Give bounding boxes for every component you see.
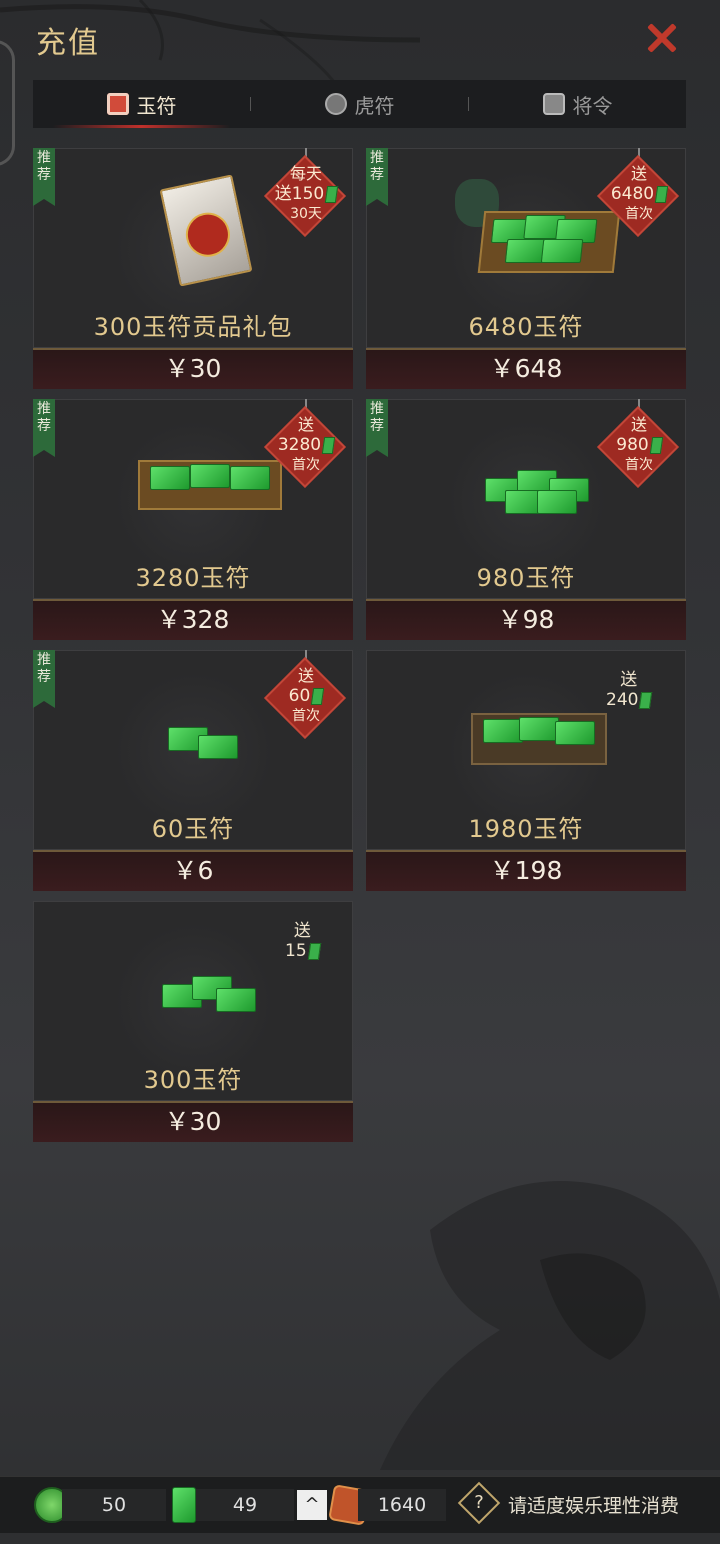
jade-gem-icon [654, 186, 669, 203]
bonus-line1: 送 [293, 921, 311, 941]
side-bracket-decoration [0, 40, 15, 166]
bonus-badge: 送 6480 首次 [596, 148, 680, 238]
bonus-line3: 首次 [625, 457, 653, 473]
bonus-line1: 送 [630, 415, 647, 434]
recommend-badge: 推荐 [33, 148, 55, 206]
product-name: 1980玉符 [468, 815, 584, 843]
bonus-line1: 送 [630, 164, 647, 183]
jade-token-icon [172, 1487, 196, 1523]
currency3-value: 1640 [358, 1489, 446, 1521]
jade-gem-icon [649, 437, 663, 454]
jade-gem-icon [307, 942, 321, 960]
recommend-badge: 推荐 [33, 650, 55, 708]
expand-button[interactable]: ^ [297, 1490, 327, 1520]
jade-pile-image [158, 972, 258, 1022]
jade-gem-icon [321, 437, 336, 454]
bonus-badge: 送 60 首次 [263, 650, 347, 740]
tab-label: 玉符 [136, 93, 177, 118]
bonus-line1: 每天 [289, 164, 322, 183]
product-name: 3280玉符 [135, 564, 251, 592]
tab-tiger-token[interactable]: 虎符 [251, 80, 468, 128]
bonus-line2: 送150 [274, 184, 325, 204]
tribute-pack-image [159, 174, 253, 287]
bonus-line3: 30天 [290, 206, 322, 222]
product-card-300-tribute-pack[interactable]: 300玉符贡品礼包 推荐 每天 送150 30天 ￥30 [33, 148, 353, 389]
price-button[interactable]: ￥648 [366, 348, 686, 389]
general-order-icon [542, 93, 565, 115]
product-name: 300玉符贡品礼包 [93, 313, 293, 341]
bonus-line3: 首次 [292, 708, 320, 724]
bonus-line1: 送 [297, 415, 314, 434]
bonus-label: 送 240 [606, 670, 653, 710]
tab-bar: 玉符 虎符 将令 [33, 80, 686, 128]
jade-tray-image [138, 460, 282, 510]
price-button[interactable]: ￥98 [366, 599, 686, 640]
jade-gem-icon [325, 186, 339, 203]
recommend-badge: 推荐 [366, 399, 388, 457]
product-name: 6480玉符 [468, 313, 584, 341]
product-card-6480[interactable]: 6480玉符 推荐 送 6480 首次 ￥648 [366, 148, 686, 389]
price-button[interactable]: ￥30 [33, 348, 353, 389]
bonus-badge: 送 3280 首次 [263, 399, 347, 489]
recommend-badge: 推荐 [366, 148, 388, 206]
bonus-line2: 60 [288, 686, 311, 706]
bonus-line3: 首次 [625, 206, 653, 222]
tab-label: 将令 [572, 93, 613, 118]
price-button[interactable]: ￥328 [33, 599, 353, 640]
bonus-badge: 送 980 首次 [596, 399, 680, 489]
bonus-line3: 首次 [292, 457, 320, 473]
product-name: 980玉符 [476, 564, 576, 592]
jade-pile-image [162, 717, 252, 767]
product-card-1980[interactable]: 1980玉符 送 240 ￥198 [366, 650, 686, 891]
tab-label: 虎符 [354, 93, 395, 118]
product-name: 300玉符 [143, 1066, 243, 1094]
recommend-badge: 推荐 [33, 399, 55, 457]
seal-icon [181, 208, 235, 261]
bonus-badge: 每天 送150 30天 [263, 148, 347, 238]
product-card-60[interactable]: 60玉符 推荐 送 60 首次 ￥6 [33, 650, 353, 891]
currency2-value: 49 [196, 1489, 294, 1521]
bonus-label: 送 15 [285, 921, 321, 961]
tab-jade-token[interactable]: 玉符 [33, 80, 250, 128]
product-name: 60玉符 [151, 815, 235, 843]
currency-footer: 50 49 ^ 1640 ? 请适度娱乐理性消费 [0, 1476, 720, 1533]
price-button[interactable]: ￥198 [366, 850, 686, 891]
bonus-line1: 送 [297, 666, 314, 685]
product-card-980[interactable]: 980玉符 推荐 送 980 首次 ￥98 [366, 399, 686, 640]
jade-cloth-tray-image [471, 713, 607, 765]
jade-gem-icon [311, 688, 325, 705]
page-title: 充值 [36, 26, 100, 61]
jade-gem-icon [639, 691, 653, 709]
bonus-line2: 240 [606, 690, 639, 710]
price-button[interactable]: ￥6 [33, 850, 353, 891]
product-card-300[interactable]: 300玉符 送 15 ￥30 [33, 901, 353, 1142]
close-icon[interactable] [640, 16, 684, 60]
bonus-line2: 980 [616, 435, 649, 455]
product-card-3280[interactable]: 3280玉符 推荐 送 3280 首次 ￥328 [33, 399, 353, 640]
tiger-token-icon [324, 93, 347, 115]
bonus-line2: 3280 [277, 435, 322, 455]
tab-general-order[interactable]: 将令 [469, 80, 686, 128]
help-icon[interactable]: ? [457, 1481, 501, 1525]
bonus-line2: 6480 [610, 184, 655, 204]
price-button[interactable]: ￥30 [33, 1101, 353, 1142]
jade-pile-image [483, 466, 593, 516]
jade-token-icon [106, 93, 129, 115]
bonus-line2: 15 [285, 941, 307, 961]
notice-text: 请适度娱乐理性消费 [508, 1495, 680, 1517]
currency1-value: 50 [62, 1489, 166, 1521]
bonus-line1: 送 [620, 670, 638, 690]
